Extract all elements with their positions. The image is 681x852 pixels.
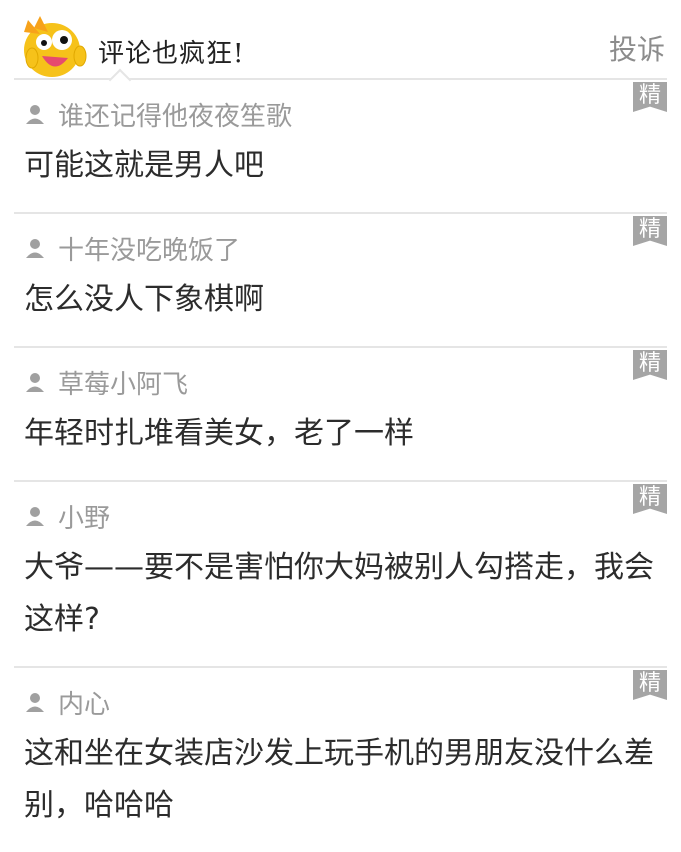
comment-username[interactable]: 谁还记得他夜夜笙歌 — [58, 96, 292, 133]
report-button[interactable]: 投诉 — [609, 28, 665, 68]
comment-item[interactable]: 精 草莓小阿飞 年轻时扎堆看美女，老了一样 — [14, 348, 667, 482]
comment-item[interactable]: 精 小野 大爷——要不是害怕你大妈被别人勾搭走，我会这样? — [14, 482, 667, 668]
comment-user-row: 小野 — [24, 498, 657, 534]
comment-item[interactable]: 精 十年没吃晚饭了 怎么没人下象棋啊 — [14, 214, 667, 348]
comment-text: 这和坐在女装店沙发上玩手机的男朋友没什么差别，哈哈哈 — [24, 736, 654, 823]
comment-item[interactable]: 精 谁还记得他夜夜笙歌 可能这就是男人吧 — [14, 80, 667, 214]
comment-text: 怎么没人下象棋啊 — [24, 282, 264, 317]
comment-text: 可能这就是男人吧 — [24, 148, 264, 183]
comment-user-row: 草莓小阿飞 — [24, 364, 657, 400]
comment-item[interactable]: 精 内心 这和坐在女装店沙发上玩手机的男朋友没什么差别，哈哈哈 — [14, 668, 667, 852]
comment-list: 精 谁还记得他夜夜笙歌 可能这就是男人吧 精 十年没吃晚饭了 怎么没人下象棋啊 … — [0, 80, 681, 852]
comment-username[interactable]: 十年没吃晚饭了 — [58, 230, 240, 267]
comment-user-row: 内心 — [24, 684, 657, 720]
user-icon — [26, 105, 44, 124]
comment-user-row: 谁还记得他夜夜笙歌 — [24, 96, 657, 132]
mascot-icon — [24, 16, 87, 77]
user-icon — [26, 239, 44, 258]
comment-username[interactable]: 草莓小阿飞 — [58, 364, 188, 401]
comment-text: 大爷——要不是害怕你大妈被别人勾搭走，我会这样? — [24, 550, 654, 637]
comment-text: 年轻时扎堆看美女，老了一样 — [24, 416, 414, 451]
user-icon — [26, 693, 44, 712]
user-icon — [26, 373, 44, 392]
user-icon — [26, 507, 44, 526]
comment-username[interactable]: 内心 — [58, 684, 110, 721]
section-title: 评论也疯狂! — [98, 39, 245, 69]
comment-user-row: 十年没吃晚饭了 — [24, 230, 657, 266]
comment-username[interactable]: 小野 — [58, 498, 110, 535]
comments-header: 评论也疯狂! 投诉 — [0, 0, 681, 92]
